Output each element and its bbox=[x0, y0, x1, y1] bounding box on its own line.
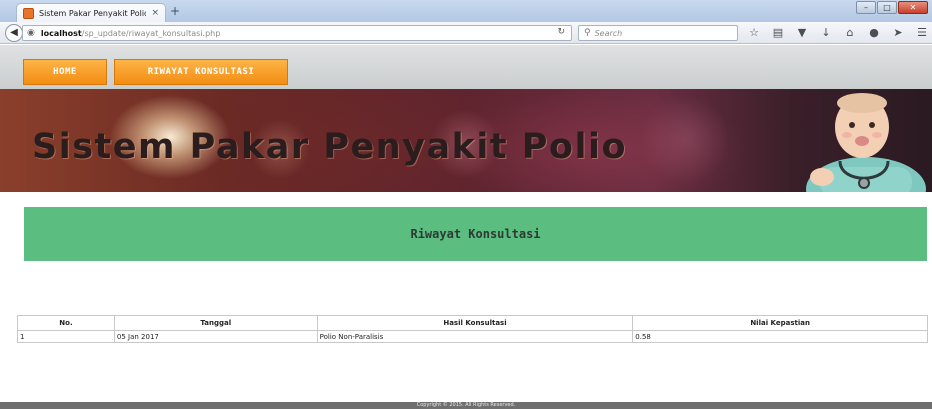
page-menubar: HOME RIWAYAT KONSULTASI bbox=[0, 45, 932, 89]
header-hasil-konsultasi: Hasil Konsultasi bbox=[316, 315, 634, 331]
section-title: Riwayat Konsultasi bbox=[410, 227, 541, 241]
browser-tab[interactable]: Sistem Pakar Penyakit Polio × bbox=[16, 3, 166, 22]
pocket-icon[interactable]: ▼ bbox=[796, 25, 808, 41]
header-no: No. bbox=[17, 315, 115, 331]
favicon-icon bbox=[23, 7, 34, 19]
reading-list-icon[interactable]: ▤ bbox=[772, 25, 784, 41]
maximize-button[interactable]: □ bbox=[877, 1, 897, 14]
download-icon[interactable]: ↓ bbox=[820, 25, 832, 41]
tab-title: Sistem Pakar Penyakit Polio bbox=[39, 8, 147, 18]
baby-doctor-image bbox=[806, 93, 926, 192]
browser-toolbar: ☆ ▤ ▼ ↓ ⌂ ● ➤ ☰ bbox=[748, 25, 928, 41]
header-tanggal: Tanggal bbox=[113, 315, 318, 331]
menu-icon[interactable]: ☰ bbox=[916, 25, 928, 41]
send-icon[interactable]: ➤ bbox=[892, 25, 904, 41]
home-icon[interactable]: ⌂ bbox=[844, 25, 856, 41]
section-header: Riwayat Konsultasi bbox=[24, 207, 927, 261]
table-row: 1 05 Jan 2017 Polio Non-Paralisis 0.58 bbox=[17, 330, 928, 343]
new-tab-button[interactable]: + bbox=[170, 4, 180, 18]
cell-tanggal: 05 Jan 2017 bbox=[113, 330, 318, 343]
search-icon: ⚲ bbox=[584, 28, 591, 38]
home-button[interactable]: HOME bbox=[23, 59, 107, 85]
header-banner: Sistem Pakar Penyakit Polio bbox=[0, 89, 932, 192]
banner-title: Sistem Pakar Penyakit Polio bbox=[32, 127, 627, 167]
browser-navbar: ◀ ◉ localhost /sp_update/riwayat_konsult… bbox=[0, 22, 932, 44]
chat-icon[interactable]: ● bbox=[868, 25, 880, 41]
search-bar[interactable]: ⚲ Search bbox=[578, 25, 738, 41]
header-nilai-kepastian: Nilai Kepastian bbox=[632, 315, 928, 331]
table-header-row: No. Tanggal Hasil Konsultasi Nilai Kepas… bbox=[17, 315, 928, 331]
tab-close-icon[interactable]: × bbox=[151, 8, 159, 18]
bokeh-light bbox=[640, 94, 730, 184]
back-button[interactable]: ◀ bbox=[5, 24, 23, 42]
cell-nilai-kepastian: 0.58 bbox=[632, 330, 928, 343]
browser-titlebar: Sistem Pakar Penyakit Polio × + – □ ✕ bbox=[0, 0, 932, 22]
footer: Copyright © 2015. All Rights Reserved. bbox=[0, 402, 932, 409]
globe-icon: ◉ bbox=[27, 28, 35, 38]
url-host: localhost bbox=[40, 28, 82, 38]
url-bar[interactable]: ◉ localhost /sp_update/riwayat_konsultas… bbox=[22, 25, 572, 41]
cell-hasil-konsultasi: Polio Non-Paralisis bbox=[316, 330, 634, 343]
reload-icon[interactable]: ↻ bbox=[557, 27, 565, 37]
bookmark-star-icon[interactable]: ☆ bbox=[748, 25, 760, 41]
search-placeholder: Search bbox=[594, 28, 623, 38]
close-window-button[interactable]: ✕ bbox=[898, 1, 928, 14]
riwayat-konsultasi-button[interactable]: RIWAYAT KONSULTASI bbox=[114, 59, 288, 85]
cell-no: 1 bbox=[17, 330, 115, 343]
window-controls: – □ ✕ bbox=[856, 1, 928, 14]
riwayat-table: No. Tanggal Hasil Konsultasi Nilai Kepas… bbox=[17, 315, 928, 343]
url-path: /sp_update/riwayat_konsultasi.php bbox=[81, 28, 221, 38]
minimize-button[interactable]: – bbox=[856, 1, 876, 14]
